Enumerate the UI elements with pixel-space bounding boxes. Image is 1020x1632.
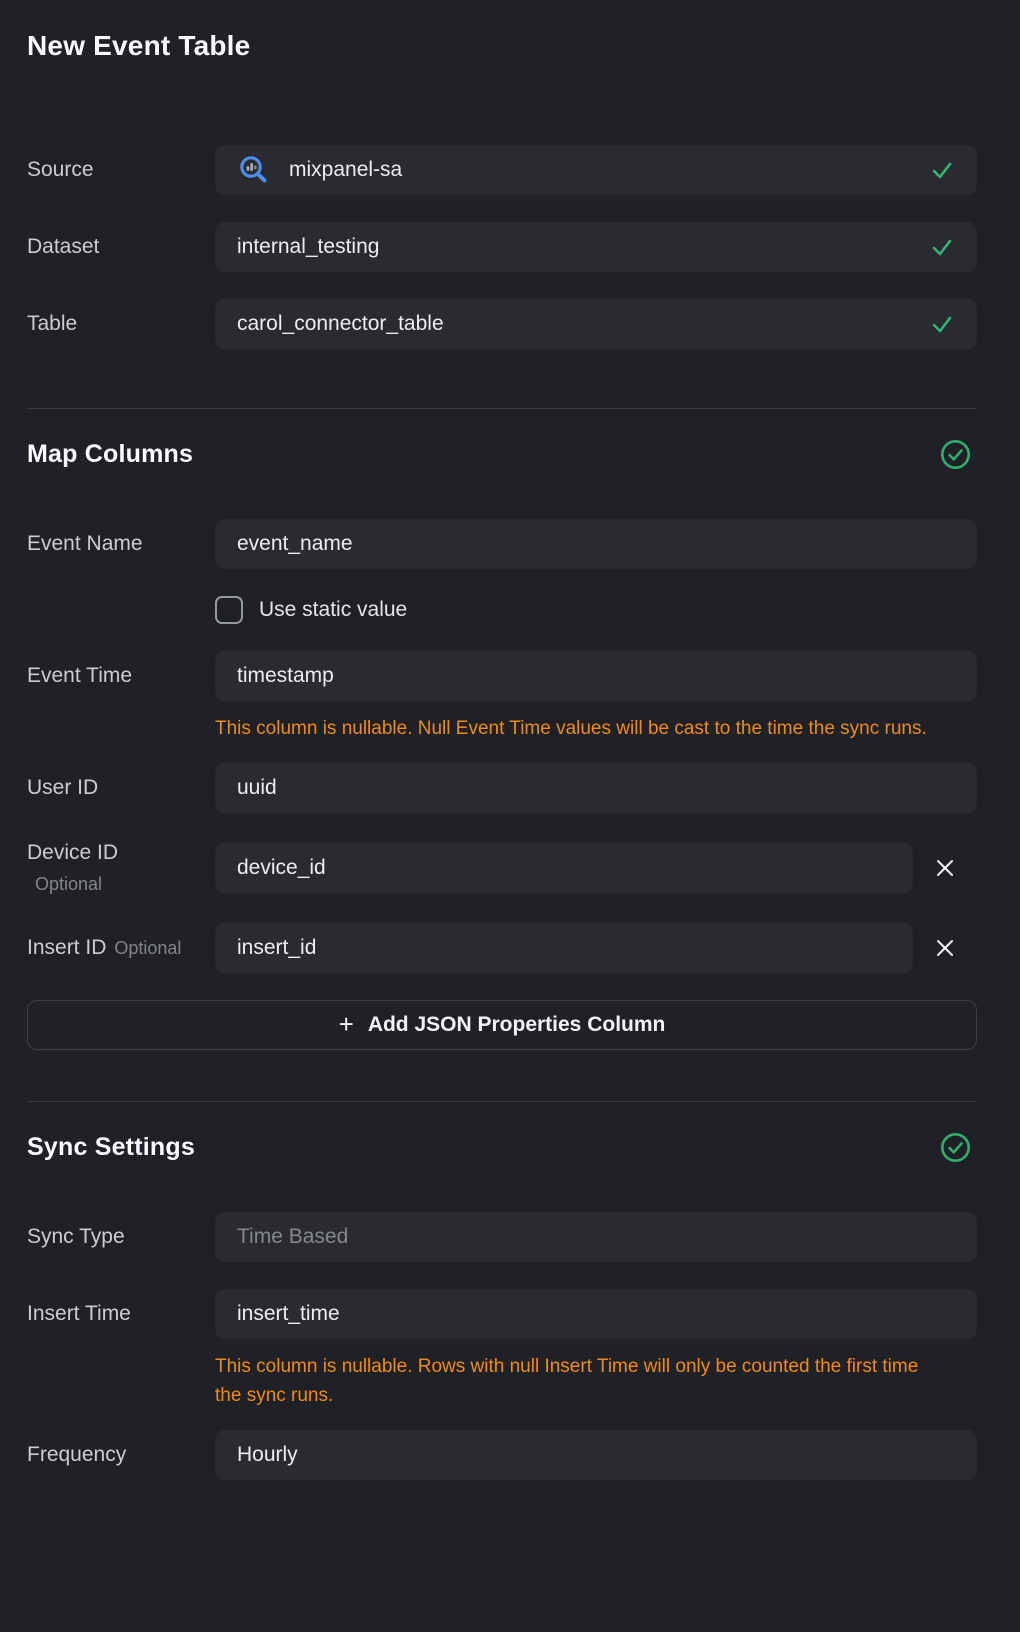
circle-check-icon [940,439,971,470]
frequency-value: Hourly [237,1443,955,1467]
sync-settings-title: Sync Settings [27,1133,195,1162]
dataset-value: internal_testing [237,235,929,259]
page-title: New Event Table [27,30,977,62]
section-divider [27,1101,977,1102]
event-time-row: Event Time timestamp [27,651,977,701]
insert-time-row: Insert Time insert_time [27,1289,977,1339]
close-icon [935,858,955,878]
frequency-row: Frequency Hourly [27,1430,977,1480]
valid-check-icon [929,234,955,260]
static-value-row: Use static value [215,596,977,624]
sync-type-label: Sync Type [27,1224,215,1250]
event-time-nullable-warning: This column is nullable. Null Event Time… [215,714,945,743]
insert-id-row: Insert IDOptional insert_id [27,923,977,973]
dataset-label: Dataset [27,234,215,260]
sync-type-select[interactable]: Time Based [215,1212,977,1262]
device-id-optional-tag: Optional [27,873,215,896]
source-label: Source [27,157,215,183]
source-row: Source mixpanel-sa [27,145,977,195]
source-select[interactable]: mixpanel-sa [215,145,977,195]
table-value: carol_connector_table [237,312,929,336]
insert-id-select[interactable]: insert_id [215,923,913,973]
device-id-label: Device ID Optional [27,840,215,896]
event-name-row: Event Name event_name [27,519,977,569]
map-columns-header: Map Columns [27,439,977,470]
use-static-value-checkbox[interactable] [215,596,243,624]
source-value: mixpanel-sa [289,158,929,182]
sync-type-value: Time Based [237,1225,955,1249]
event-time-value: timestamp [237,664,955,688]
source-section: Source mixpanel-sa Dataset internal_test… [27,145,977,349]
dataset-row: Dataset internal_testing [27,222,977,272]
user-id-select[interactable]: uuid [215,763,977,813]
user-id-row: User ID uuid [27,763,977,813]
valid-check-icon [929,311,955,337]
frequency-select[interactable]: Hourly [215,1430,977,1480]
add-json-properties-label: Add JSON Properties Column [368,1013,666,1037]
add-json-properties-button[interactable]: + Add JSON Properties Column [27,1000,977,1050]
insert-time-select[interactable]: insert_time [215,1289,977,1339]
insert-id-label: Insert IDOptional [27,935,215,961]
insert-id-clear-button[interactable] [913,923,977,973]
table-label: Table [27,311,215,337]
event-name-value: event_name [237,532,955,556]
sync-settings-header: Sync Settings [27,1132,977,1163]
sync-settings-section: Sync Settings Sync Type Time Based Inser… [27,1132,977,1480]
map-columns-title: Map Columns [27,440,193,469]
circle-check-icon [940,1132,971,1163]
table-select[interactable]: carol_connector_table [215,299,977,349]
insert-time-value: insert_time [237,1302,955,1326]
insert-time-nullable-warning: This column is nullable. Rows with null … [215,1352,945,1410]
device-id-clear-button[interactable] [913,843,977,893]
use-static-value-label: Use static value [259,598,407,622]
new-event-table-form: New Event Table Source mixpanel-sa Datas [0,0,1020,1480]
event-name-label: Event Name [27,531,215,557]
insert-id-value: insert_id [237,936,891,960]
section-divider [27,408,977,409]
user-id-value: uuid [237,776,955,800]
device-id-select[interactable]: device_id [215,843,913,893]
device-id-value: device_id [237,856,891,880]
table-row: Table carol_connector_table [27,299,977,349]
device-id-row: Device ID Optional device_id [27,840,977,896]
insert-id-optional-tag: Optional [114,938,181,958]
map-columns-section: Map Columns Event Name event_name Use st… [27,439,977,1050]
bigquery-icon [237,153,271,187]
plus-icon: + [339,1011,354,1037]
event-time-label: Event Time [27,663,215,689]
event-name-select[interactable]: event_name [215,519,977,569]
valid-check-icon [929,157,955,183]
dataset-select[interactable]: internal_testing [215,222,977,272]
user-id-label: User ID [27,775,215,801]
frequency-label: Frequency [27,1442,215,1468]
sync-type-row: Sync Type Time Based [27,1212,977,1262]
insert-time-label: Insert Time [27,1301,215,1327]
close-icon [935,938,955,958]
event-time-select[interactable]: timestamp [215,651,977,701]
